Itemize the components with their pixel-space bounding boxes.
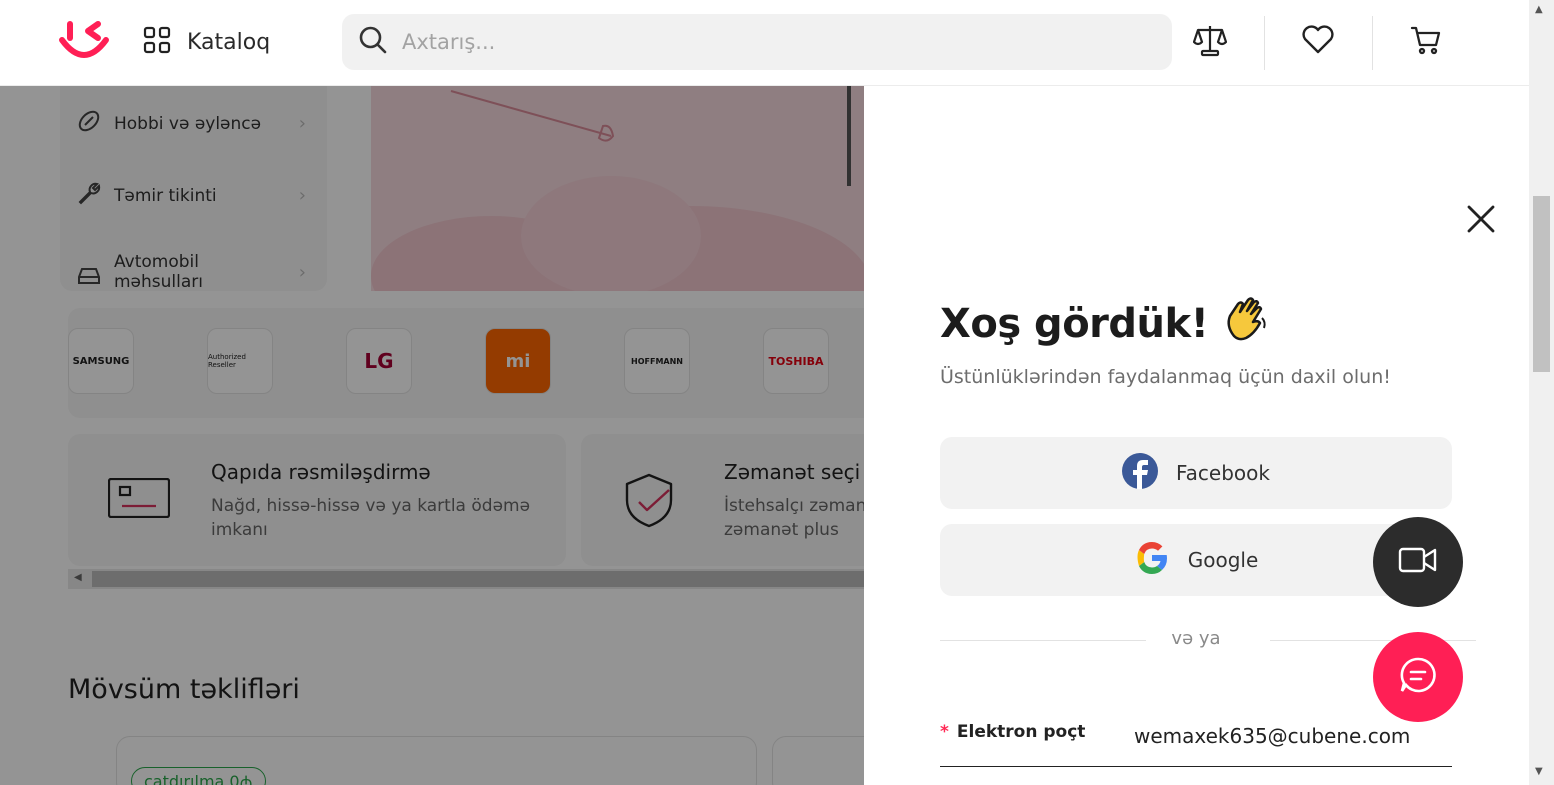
- site-logo[interactable]: [56, 18, 112, 66]
- scrollbar-thumb[interactable]: [1533, 196, 1550, 372]
- chat-bubble-icon: [1398, 655, 1438, 699]
- catalog-label: Kataloq: [187, 29, 271, 55]
- facebook-label: Facebook: [1176, 461, 1270, 485]
- welcome-text: Xoş gördük!: [940, 301, 1209, 347]
- chat-button[interactable]: [1373, 632, 1463, 722]
- video-camera-icon: [1398, 546, 1438, 578]
- facebook-icon: [1122, 452, 1158, 494]
- page-scrollbar[interactable]: ▲ ▼: [1529, 0, 1554, 785]
- google-label: Google: [1187, 548, 1259, 572]
- top-header: Kataloq: [0, 0, 1529, 86]
- header-divider: [1372, 16, 1373, 70]
- email-label: * Elektron poçt: [940, 722, 1086, 742]
- search-icon: [358, 25, 388, 59]
- search-input[interactable]: [402, 30, 1102, 54]
- or-divider: və ya: [940, 628, 1476, 652]
- cart-icon[interactable]: [1406, 20, 1446, 60]
- or-divider-text: və ya: [1171, 628, 1221, 649]
- scroll-down-arrow-icon[interactable]: ▼: [1535, 766, 1543, 777]
- login-subtitle: Üstünlüklərindən faydalanmaq üçün daxil …: [940, 366, 1391, 388]
- grid-icon: [143, 26, 171, 58]
- search-bar[interactable]: [342, 14, 1172, 70]
- required-mark: *: [940, 722, 949, 742]
- welcome-title: Xoş gördük!: [940, 294, 1270, 354]
- email-field-underline: [940, 766, 1452, 767]
- google-icon: [1134, 540, 1170, 581]
- waving-hand-icon: [1220, 294, 1270, 354]
- close-icon[interactable]: [1464, 202, 1498, 236]
- catalog-button[interactable]: Kataloq: [143, 26, 270, 58]
- email-field[interactable]: [1134, 716, 1452, 756]
- compare-scales-icon[interactable]: [1190, 20, 1230, 60]
- video-call-button[interactable]: [1373, 517, 1463, 607]
- heart-icon[interactable]: [1298, 20, 1338, 60]
- facebook-login-button[interactable]: Facebook: [940, 437, 1452, 509]
- header-divider: [1264, 16, 1265, 70]
- scroll-up-arrow-icon[interactable]: ▲: [1535, 4, 1543, 15]
